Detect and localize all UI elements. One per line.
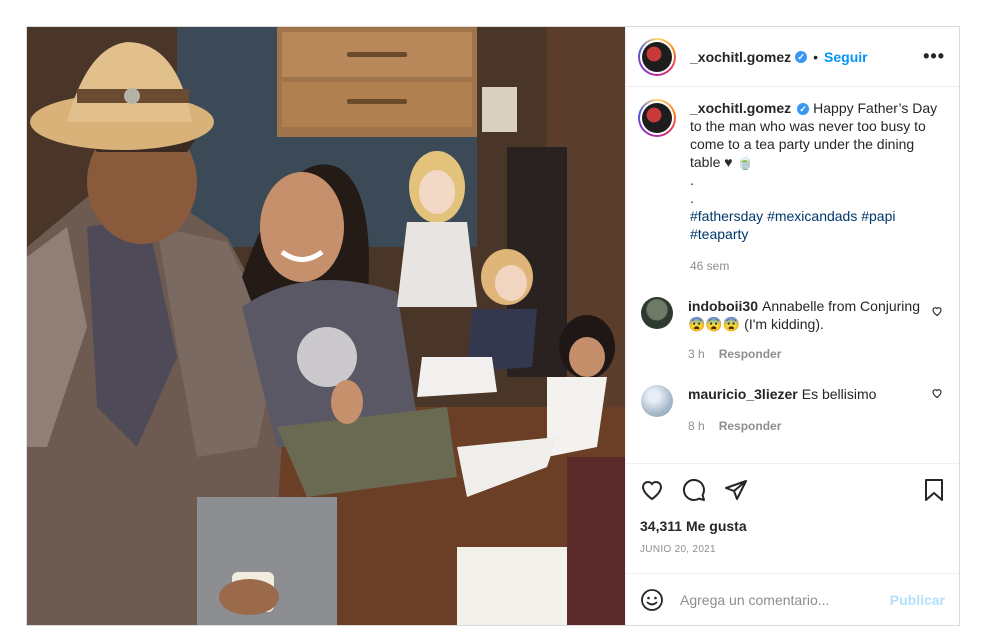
reply-button[interactable]: Responder	[719, 417, 782, 435]
commenter-avatar[interactable]	[641, 385, 673, 417]
instagram-post: _xochitl.gomez ✓ • Seguir ••• _xochitl.g…	[26, 26, 960, 626]
post-sidebar: _xochitl.gomez ✓ • Seguir ••• _xochitl.g…	[625, 27, 959, 625]
post-date[interactable]: JUNIO 20, 2021	[640, 544, 945, 555]
hashtag-link[interactable]: #mexicandads	[767, 208, 857, 224]
author-username[interactable]: _xochitl.gomez	[690, 49, 791, 65]
small-heart-icon[interactable]	[931, 305, 943, 317]
add-comment-bar: Publicar	[626, 573, 959, 625]
more-options-icon[interactable]: •••	[923, 46, 945, 67]
reply-button[interactable]: Responder	[719, 345, 782, 363]
comment-timestamp[interactable]: 8 h	[688, 417, 705, 435]
post-header: _xochitl.gomez ✓ • Seguir •••	[626, 27, 959, 87]
like-icon[interactable]	[640, 478, 664, 502]
follow-button[interactable]: Seguir	[824, 49, 868, 65]
photo-illustration	[27, 27, 625, 625]
post-actions: 34,311 Me gusta JUNIO 20, 2021	[626, 463, 959, 573]
save-icon[interactable]	[923, 478, 945, 502]
likes-count[interactable]: 34,311 Me gusta	[640, 518, 945, 534]
post-photo[interactable]	[27, 27, 625, 625]
comment-item: indoboii30 Annabelle from Conjuring😨😨😨 (I…	[638, 297, 945, 363]
comments-section: _xochitl.gomez ✓ Happy Father’s Day to the…	[626, 87, 959, 463]
caption-timestamp[interactable]: 46 sem	[690, 257, 729, 275]
comment-timestamp[interactable]: 3 h	[688, 345, 705, 363]
emoji-icon[interactable]	[640, 588, 664, 612]
caption-avatar[interactable]	[638, 99, 676, 137]
verified-badge-icon: ✓	[797, 103, 810, 115]
commenter-username[interactable]: indoboii30	[688, 298, 758, 314]
share-icon[interactable]	[724, 478, 748, 502]
caption-dot: .	[690, 190, 694, 206]
comment-input[interactable]	[678, 590, 890, 609]
hashtag-link[interactable]: #teaparty	[690, 226, 748, 242]
verified-badge-icon: ✓	[795, 50, 808, 63]
author-avatar[interactable]	[638, 37, 676, 76]
comment-text: Es bellisimo	[801, 386, 877, 402]
caption-dot: .	[690, 172, 694, 188]
commenter-username[interactable]: mauricio_3liezer	[688, 386, 798, 402]
caption-username[interactable]: _xochitl.gomez	[690, 100, 791, 116]
comment-icon[interactable]	[682, 478, 706, 502]
commenter-avatar[interactable]	[641, 297, 673, 329]
hashtag-link[interactable]: #fathersday	[690, 208, 763, 224]
small-heart-icon[interactable]	[931, 387, 943, 399]
caption: _xochitl.gomez ✓ Happy Father’s Day to the…	[638, 99, 945, 275]
comment-item: mauricio_3liezer Es bellisimo 8 h Respond…	[638, 385, 945, 435]
separator-dot: •	[813, 48, 819, 65]
hashtag-link[interactable]: #papi	[861, 208, 895, 224]
publish-button[interactable]: Publicar	[890, 592, 945, 608]
